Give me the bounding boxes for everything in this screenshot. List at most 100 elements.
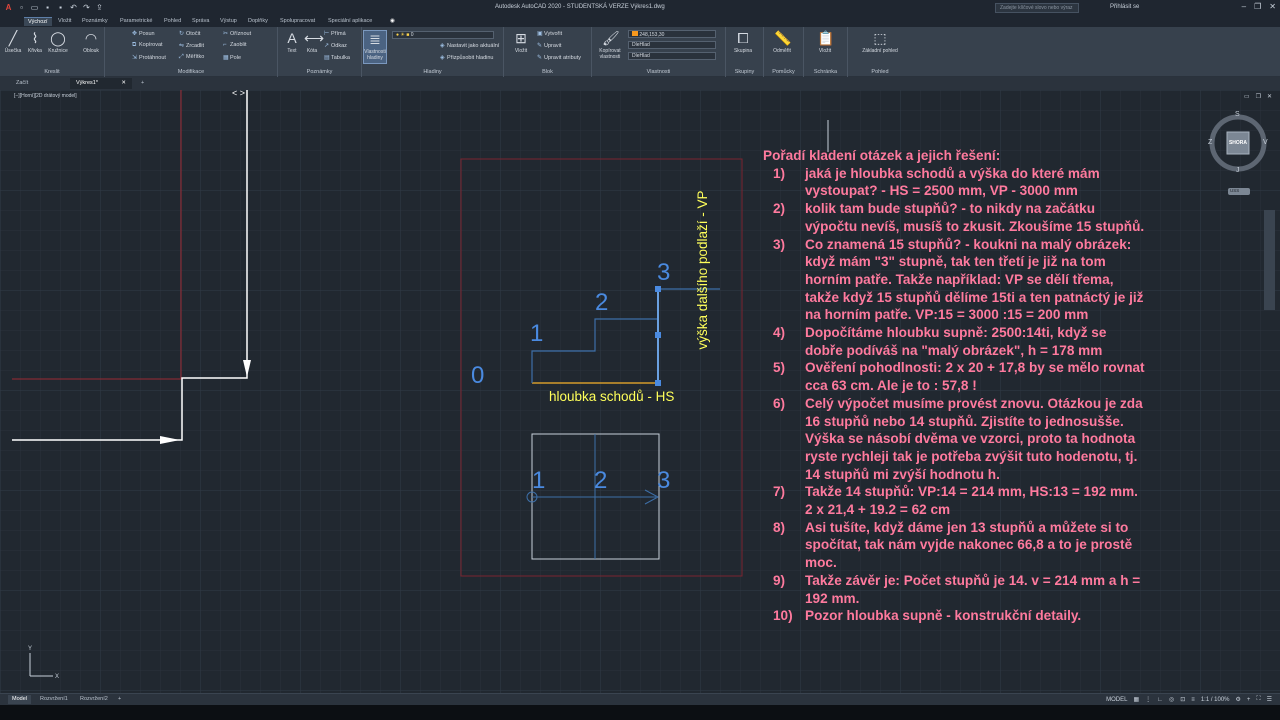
osnap-icon[interactable]: ⊡ <box>1180 696 1185 703</box>
dimension-tool[interactable]: ⟷ Kóta <box>301 30 324 54</box>
color-dropdown[interactable]: 248,153,30 <box>628 30 716 38</box>
mirror-tool[interactable]: ⇋ Zrcadlit <box>179 42 204 49</box>
ortho-icon[interactable]: ∟ <box>1157 697 1163 703</box>
restore-icon[interactable]: ❐ <box>1254 2 1261 11</box>
make-current-layer[interactable]: ◈ Nastavit jako aktuální <box>440 42 499 49</box>
gear-icon[interactable]: ⚙ <box>1236 696 1241 703</box>
arc-icon: ◠ <box>84 30 98 46</box>
linetype-dropdown[interactable]: DleHlad <box>628 41 716 49</box>
lineweight-icon[interactable]: ≡ <box>1191 697 1195 703</box>
group-tool[interactable]: ⧠ Skupina <box>732 30 754 54</box>
rotate-icon: ↻ <box>179 31 185 37</box>
tab-layout2[interactable]: Rozvržení2 <box>76 695 112 704</box>
insert-block-tool[interactable]: ⊞ Vložit <box>510 30 532 54</box>
viewport-close-icon[interactable]: ✕ <box>1267 93 1272 100</box>
tab-annotate[interactable]: Poznámky <box>78 17 112 25</box>
viewcube-east[interactable]: V <box>1263 139 1268 146</box>
search-input[interactable]: Zadejte klíčové slovo nebo výraz <box>995 3 1079 13</box>
copy-tool[interactable]: ⧉ Kopírovat <box>132 42 163 49</box>
new-file-icon[interactable]: ▫ <box>17 3 26 12</box>
ucs-dropdown[interactable]: USS <box>1230 188 1239 193</box>
panel-clipboard: 📋 Vložit Schránka <box>804 27 848 77</box>
app-menu-icon[interactable]: A <box>4 3 13 12</box>
tab-home[interactable]: Výchozí <box>24 17 52 26</box>
plus-icon[interactable]: + <box>1247 697 1251 703</box>
tab-addins[interactable]: Doplňky <box>244 17 272 25</box>
tab-model[interactable]: Model <box>8 695 31 704</box>
undo-icon[interactable]: ↶ <box>69 3 78 12</box>
bottom-strip <box>0 705 1280 720</box>
share-icon[interactable]: ⇪ <box>95 3 104 12</box>
tab-manage[interactable]: Správa <box>188 17 213 25</box>
fullscreen-icon[interactable]: ⛶ <box>1256 696 1260 703</box>
create-block-tool[interactable]: ▣Vytvořit <box>537 30 562 37</box>
polar-icon[interactable]: ◎ <box>1169 696 1174 703</box>
layer-dropdown[interactable]: ● ☀ ■ 0 <box>392 31 494 39</box>
layer-properties-button[interactable]: ≣ Vlastnosti hladiny <box>363 30 387 64</box>
viewport-restore-icon[interactable]: ❐ <box>1256 93 1261 100</box>
circle-tool[interactable]: ◯ Kružnice <box>47 30 69 54</box>
annotation-scale[interactable]: 1:1 / 100% <box>1201 697 1230 703</box>
level-2-label: 2 <box>595 289 609 316</box>
table-icon: ▤ <box>324 55 330 61</box>
viewport-label[interactable]: [−][Horní][2D drátový model] <box>14 93 77 99</box>
polyline-tool[interactable]: ⌇ Křivka <box>24 30 46 54</box>
viewport-minimize-icon[interactable]: ▭ <box>1244 93 1250 100</box>
tab-drawing1[interactable]: Výkres1* ✕ <box>70 78 132 89</box>
create-block-icon: ▣ <box>537 31 543 37</box>
snap-icon[interactable]: ⋮ <box>1145 696 1151 703</box>
color-swatch <box>632 31 638 36</box>
stretch-tool[interactable]: ⇲ Protáhnout <box>132 54 166 61</box>
line-tool[interactable]: ╱ Úsečka <box>2 30 24 54</box>
tab-featured-apps[interactable]: Speciální aplikace <box>324 17 376 25</box>
drawing-canvas[interactable]: < > Y X [−][Horní][2D drátový model] ▭ ❐… <box>0 90 1280 693</box>
text-tool[interactable]: A Text <box>281 30 303 54</box>
tab-start[interactable]: Začít <box>10 78 34 89</box>
signin-button[interactable]: Přihlásit se <box>1110 4 1139 10</box>
model-space-button[interactable]: MODEL <box>1106 697 1127 703</box>
linear-dim-tool[interactable]: ⊢ Přímá <box>324 30 346 37</box>
save-icon[interactable]: ▪ <box>43 3 52 12</box>
viewcube-north[interactable]: S <box>1235 111 1240 118</box>
open-file-icon[interactable]: ▭ <box>30 3 39 12</box>
viewcube-top-label[interactable]: SHORA <box>1228 140 1248 146</box>
new-tab-icon[interactable]: + <box>135 78 150 89</box>
add-layout-icon[interactable]: + <box>114 695 125 704</box>
rotate-tool[interactable]: ↻ Otočit <box>179 30 200 37</box>
minimize-icon[interactable]: – <box>1242 2 1246 11</box>
list-item: 7) Takže 14 stupňů: VP:14 = 214 mm, HS:13… <box>773 484 1138 518</box>
edit-attributes-tool[interactable]: ✎ Upravit atributy <box>537 54 581 61</box>
redo-icon[interactable]: ↷ <box>82 3 91 12</box>
leader-tool[interactable]: ↗ Odkaz <box>324 42 347 49</box>
viewcube-west[interactable]: Z <box>1208 139 1212 146</box>
save-as-icon[interactable]: ▪ <box>56 3 65 12</box>
array-tool[interactable]: ▦Pole <box>223 54 241 61</box>
table-tool[interactable]: ▤Tabulka <box>324 54 350 61</box>
tab-layout1[interactable]: Rozvržení1 <box>36 695 72 704</box>
arc-tool[interactable]: ◠ Oblouk <box>80 30 102 54</box>
tab-view[interactable]: Pohled <box>160 17 185 25</box>
tab-output[interactable]: Výstup <box>216 17 241 25</box>
base-view-tool[interactable]: ⬚ Základní pohled <box>858 30 902 54</box>
match-layer[interactable]: ◈ Přizpůsobit hladinu <box>440 54 493 61</box>
trim-tool[interactable]: ✂ Oříznout <box>223 30 251 37</box>
viewcube-south[interactable]: J <box>1236 167 1240 174</box>
level-0-label: 0 <box>471 362 485 389</box>
close-icon[interactable]: ✕ <box>1269 2 1276 11</box>
move-tool[interactable]: ✥ Posun <box>132 30 155 37</box>
lineweight-dropdown[interactable]: DleHlad <box>628 52 716 60</box>
tab-parametric[interactable]: Parametrické <box>116 17 156 25</box>
tab-collaborate[interactable]: Spolupracovat <box>276 17 319 25</box>
edit-block-tool[interactable]: ✎ Upravit <box>537 42 561 49</box>
measure-tool[interactable]: 📏 Odměřit <box>771 30 793 54</box>
paste-tool[interactable]: 📋 Vložit <box>814 30 836 54</box>
grid-icon[interactable]: ▦ <box>1133 696 1139 703</box>
tab-insert[interactable]: Vložit <box>54 17 75 25</box>
fillet-tool[interactable]: ⌐ Zaoblit <box>223 42 247 48</box>
close-tab-icon[interactable]: ✕ <box>121 78 126 89</box>
customize-icon[interactable]: ☰ <box>1267 696 1272 703</box>
ribbon-toggle-icon[interactable]: ◉ <box>386 17 399 25</box>
scale-tool[interactable]: ⤢ Měřítko <box>179 54 204 61</box>
stair-depth-label: hloubka schodů - HS <box>549 389 675 404</box>
match-properties-tool[interactable]: 🖌 Kopírovat vlastnosti <box>596 30 624 60</box>
